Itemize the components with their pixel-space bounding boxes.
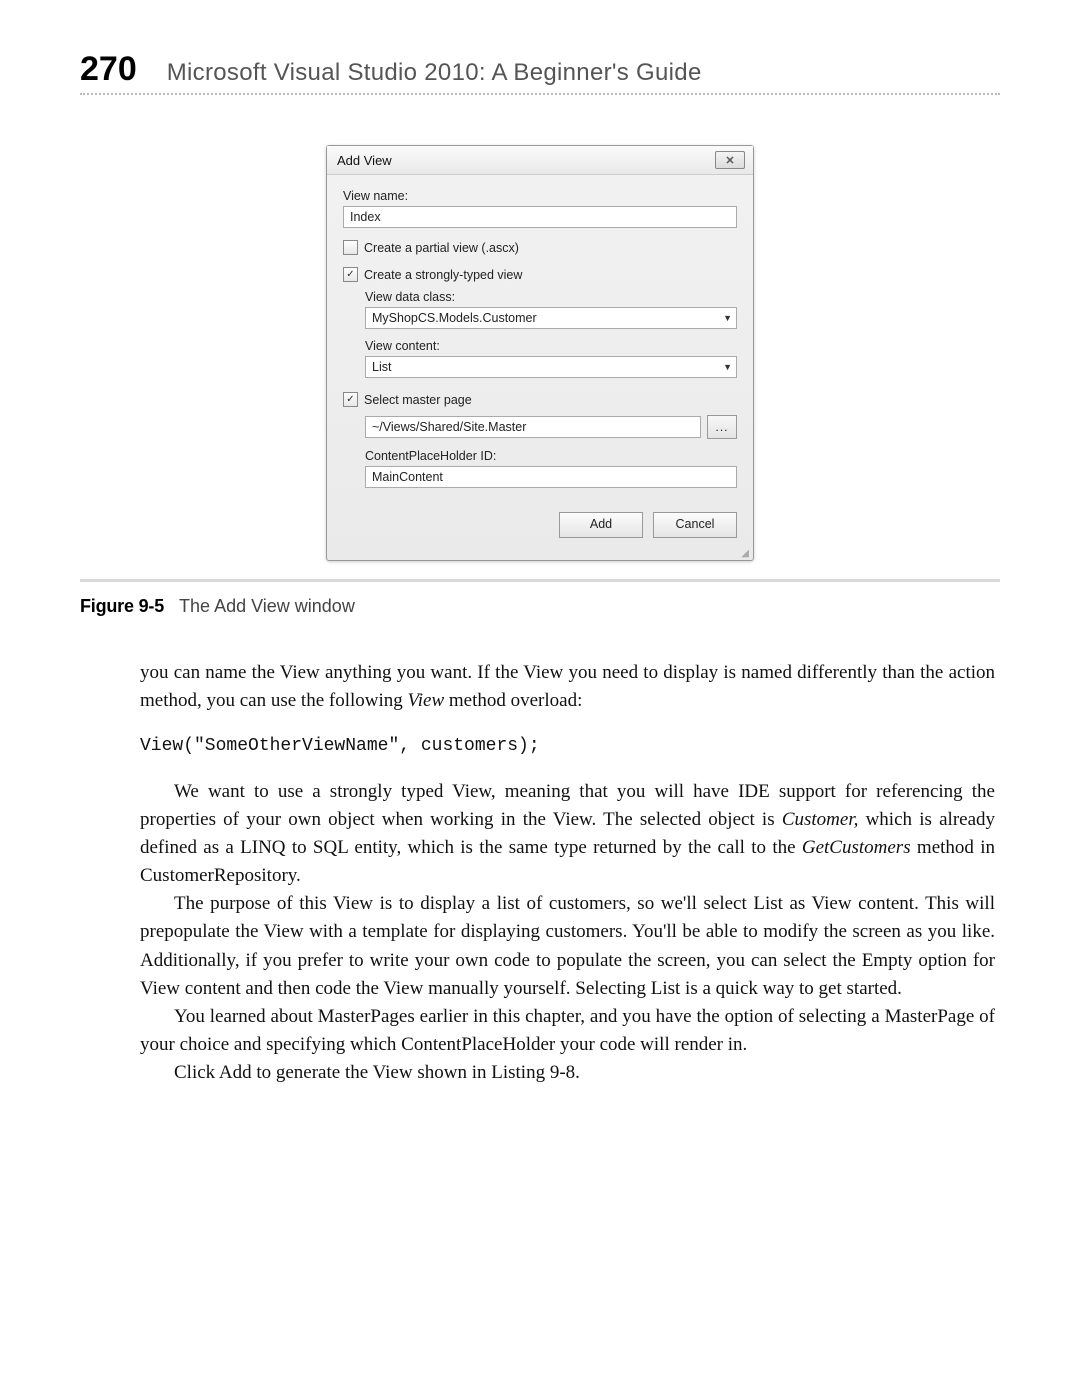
resize-grip-icon[interactable]: ◢	[327, 550, 753, 560]
cph-input[interactable]	[365, 466, 737, 488]
cph-label: ContentPlaceHolder ID:	[365, 449, 737, 463]
view-data-class-label: View data class:	[365, 290, 737, 304]
view-content-combo[interactable]: List ▼	[365, 356, 737, 378]
view-name-label: View name:	[343, 189, 737, 203]
page-header: 270 Microsoft Visual Studio 2010: A Begi…	[80, 50, 1000, 95]
strongly-typed-checkbox[interactable]: ✓	[343, 267, 358, 282]
browse-button[interactable]: ...	[707, 415, 737, 439]
page-number: 270	[80, 50, 137, 89]
close-button[interactable]: ✕	[715, 151, 745, 169]
cancel-button[interactable]: Cancel	[653, 512, 737, 538]
para-2: We want to use a strongly typed View, me…	[140, 778, 995, 890]
partial-view-label: Create a partial view (.ascx)	[364, 241, 519, 255]
select-master-label: Select master page	[364, 393, 472, 407]
chevron-down-icon: ▼	[723, 313, 732, 323]
view-content-label: View content:	[365, 339, 737, 353]
partial-view-checkbox[interactable]	[343, 240, 358, 255]
body-text: you can name the View anything you want.…	[140, 659, 995, 1087]
strongly-typed-label: Create a strongly-typed view	[364, 268, 522, 282]
figure-divider	[80, 579, 1000, 582]
para-5: Click Add to generate the View shown in …	[140, 1059, 995, 1087]
figure-caption: Figure 9-5 The Add View window	[80, 596, 1000, 617]
view-data-class-combo[interactable]: MyShopCS.Models.Customer ▼	[365, 307, 737, 329]
para-3: The purpose of this View is to display a…	[140, 890, 995, 1002]
master-page-input[interactable]	[365, 416, 701, 438]
dialog-title: Add View	[337, 153, 392, 168]
view-data-class-value: MyShopCS.Models.Customer	[372, 311, 537, 325]
add-view-dialog: Add View ✕ View name: Create a partial v…	[326, 145, 754, 561]
code-line: View("SomeOtherViewName", customers);	[140, 733, 995, 760]
view-name-input[interactable]	[343, 206, 737, 228]
para-4: You learned about MasterPages earlier in…	[140, 1003, 995, 1059]
chevron-down-icon: ▼	[723, 362, 732, 372]
add-button[interactable]: Add	[559, 512, 643, 538]
figure-label: Figure 9-5	[80, 596, 164, 616]
running-title: Microsoft Visual Studio 2010: A Beginner…	[167, 59, 702, 87]
dialog-titlebar: Add View ✕	[327, 146, 753, 175]
para-1: you can name the View anything you want.…	[140, 659, 995, 715]
figure-caption-text: The Add View window	[179, 596, 355, 616]
view-content-value: List	[372, 360, 391, 374]
select-master-checkbox[interactable]: ✓	[343, 392, 358, 407]
